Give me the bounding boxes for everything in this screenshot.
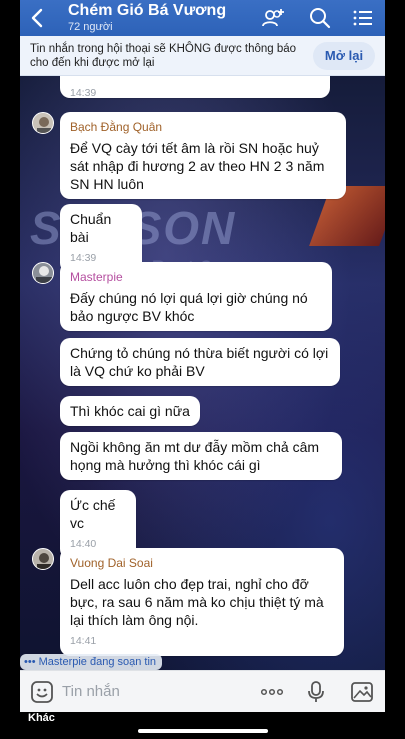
message-sender: Bạch Đằng Quân — [70, 120, 163, 134]
typing-indicator: ••• Masterpie đang soạn tin — [20, 654, 163, 670]
mute-notice-text: Tin nhắn trong hội thoại sẽ KHÔNG được t… — [30, 43, 297, 69]
message-input-bar: Tin nhắn — [20, 670, 385, 712]
message-text: Đấy chúng nó lợi quá lợi giờ chúng nó bả… — [70, 290, 308, 324]
unmute-button[interactable]: Mở lại — [313, 42, 375, 70]
message-text: Chứng tỏ chúng nó thừa biết người có lợi… — [70, 345, 329, 379]
message-bubble[interactable]: Ngồi không ăn mt dư đẫy mồm chả câm họng… — [60, 432, 342, 480]
message-text: Chuẩn bài — [70, 211, 112, 245]
message-text: Ngồi không ăn mt dư đẫy mồm chả câm họng… — [70, 439, 320, 473]
avatar[interactable] — [32, 262, 54, 284]
chat-header: Chém Gió Bá Vương 72 người — [20, 0, 385, 36]
message-text: Để VQ cày tới tết âm là rồi SN hoặc huỷ … — [70, 140, 325, 192]
message-text: Ức chế vc — [70, 497, 116, 531]
search-icon[interactable] — [307, 6, 333, 30]
member-count: 72 người — [68, 21, 113, 33]
chat-area[interactable]: SEASON Part 2 14:39 Bạch Đằng Quân Để VQ… — [20, 76, 385, 670]
message-time: 14:39 — [70, 87, 97, 99]
message-time: 14:41 — [70, 635, 97, 647]
bottom-label: Khác — [28, 712, 55, 724]
image-icon[interactable] — [350, 680, 374, 704]
message-input[interactable]: Tin nhắn — [62, 683, 120, 700]
sticker-icon[interactable] — [30, 680, 54, 704]
typing-dots-icon: ••• — [24, 656, 36, 668]
home-indicator[interactable] — [138, 729, 268, 733]
group-title[interactable]: Chém Gió Bá Vương — [68, 2, 226, 20]
message-sender: Vuong Dai Soai — [70, 556, 153, 570]
message-bubble[interactable]: Bạch Đằng Quân Để VQ cày tới tết âm là r… — [60, 112, 346, 199]
message-bubble[interactable]: Vuong Dai Soai Dell acc luôn cho đẹp tra… — [60, 548, 344, 656]
more-options-icon[interactable] — [260, 680, 284, 704]
message-text: Dell acc luôn cho đẹp trai, nghỉ cho đỡ … — [70, 576, 324, 628]
mute-notice-banner: Tin nhắn trong hội thoại sẽ KHÔNG được t… — [20, 36, 385, 76]
message-bubble[interactable]: Thì khóc cai gì nữa — [60, 396, 200, 426]
avatar[interactable] — [32, 548, 54, 570]
message-bubble[interactable]: Chứng tỏ chúng nó thừa biết người có lợi… — [60, 338, 340, 386]
message-bubble[interactable]: 14:39 — [60, 76, 330, 99]
avatar[interactable] — [32, 112, 54, 134]
back-arrow-icon[interactable] — [26, 6, 50, 30]
message-text: Thì khóc cai gì nữa — [70, 403, 190, 419]
microphone-icon[interactable] — [304, 680, 328, 704]
message-bubble[interactable]: Masterpie Đấy chúng nó lợi quá lợi giờ c… — [60, 262, 332, 331]
typing-text: Masterpie đang soạn tin — [38, 656, 157, 668]
add-member-icon[interactable] — [261, 6, 287, 30]
phone-screen: Chém Gió Bá Vương 72 người Tin nhắn tron… — [0, 0, 405, 739]
message-sender: Masterpie — [70, 270, 123, 284]
menu-list-icon[interactable] — [350, 6, 376, 30]
